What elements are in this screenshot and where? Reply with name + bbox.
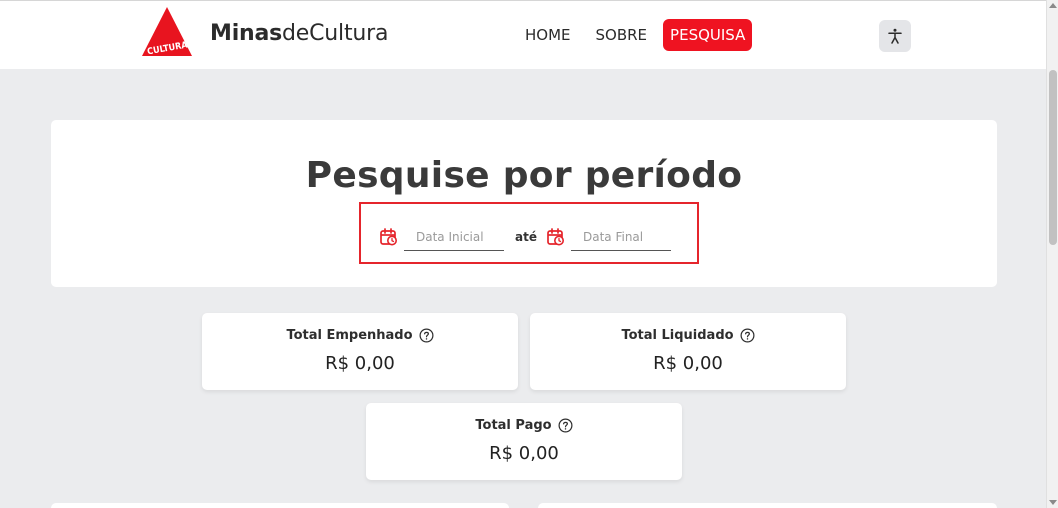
chart-card-right — [538, 503, 997, 508]
total-empenhado-label-row: Total Empenhado — [202, 328, 518, 343]
main-nav: HOME SOBRE PESQUISA — [518, 19, 753, 51]
nav-home-link[interactable]: HOME — [518, 19, 578, 51]
total-pago-label-row: Total Pago — [366, 418, 682, 433]
total-pago-label: Total Pago — [475, 418, 552, 433]
scrollbar-thumb[interactable] — [1049, 70, 1057, 245]
accessibility-person-icon — [888, 28, 902, 44]
nav-sobre-link[interactable]: SOBRE — [589, 19, 655, 51]
total-liquidado-value: R$ 0,00 — [653, 353, 723, 374]
chart-card-left — [51, 503, 509, 508]
scroll-up-arrow-icon[interactable] — [1049, 3, 1057, 8]
total-pago-value: R$ 0,00 — [489, 443, 559, 464]
minas-de-cultura-logo[interactable]: CULTURA — [141, 6, 193, 57]
brand-name[interactable]: MinasdeCultura — [210, 21, 388, 46]
total-empenhado-card: Total Empenhado R$ 0,00 — [202, 313, 518, 390]
brand-name-rest: deCultura — [282, 21, 389, 46]
total-liquidado-card: Total Liquidado R$ 0,00 — [530, 313, 846, 390]
nav-pesquisa-link[interactable]: PESQUISA — [663, 19, 753, 51]
accessibility-button[interactable] — [879, 20, 911, 52]
date-range-box: até — [359, 202, 699, 264]
top-header: CULTURA MinasdeCultura HOME SOBRE PESQUI… — [0, 0, 1046, 69]
page-title: Pesquise por período — [305, 155, 743, 196]
calendar-clock-icon[interactable] — [547, 228, 565, 246]
total-pago-card: Total Pago R$ 0,00 — [366, 403, 682, 480]
total-liquidado-label: Total Liquidado — [621, 328, 734, 343]
end-date-input[interactable] — [571, 223, 671, 251]
vertical-scrollbar[interactable] — [1046, 0, 1058, 508]
calendar-clock-icon[interactable] — [380, 228, 398, 246]
scroll-down-arrow-icon[interactable] — [1049, 500, 1057, 505]
total-empenhado-label: Total Empenhado — [286, 328, 413, 343]
brand-name-bold: Minas — [210, 21, 283, 46]
help-circle-icon[interactable] — [419, 328, 434, 343]
start-date-input[interactable] — [404, 223, 504, 251]
total-liquidado-label-row: Total Liquidado — [530, 328, 846, 343]
total-empenhado-value: R$ 0,00 — [325, 353, 395, 374]
help-circle-icon[interactable] — [558, 418, 573, 433]
help-circle-icon[interactable] — [740, 328, 755, 343]
date-separator-label: até — [515, 230, 537, 244]
period-search-card: Pesquise por período até — [51, 120, 997, 287]
